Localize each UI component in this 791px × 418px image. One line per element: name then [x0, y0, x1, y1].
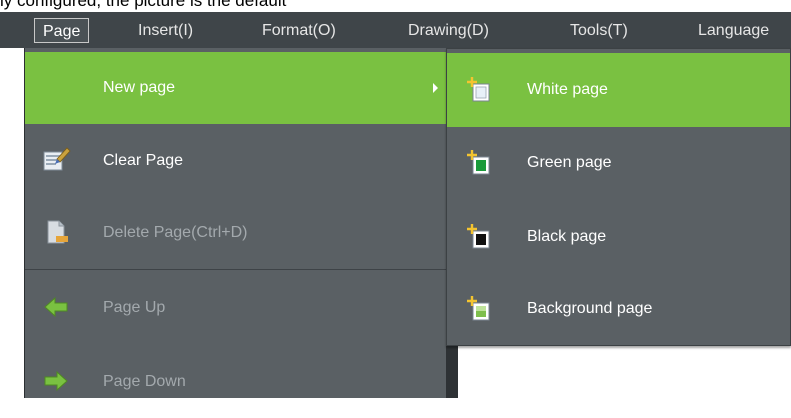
- menu-page[interactable]: Page: [34, 18, 90, 43]
- black-page-label: Black page: [527, 228, 607, 245]
- menu-insert[interactable]: Insert(I): [130, 18, 201, 43]
- submenu-arrow-icon: [433, 83, 438, 93]
- menu-bar: Page Insert(I) Format(O) Drawing(D) Tool…: [0, 12, 791, 48]
- delete-page-icon: [47, 220, 68, 244]
- menu-item-page-up[interactable]: Page Up: [25, 272, 446, 344]
- menu-item-delete-page[interactable]: Delete Page(Ctrl+D): [25, 197, 446, 269]
- menu-item-clear-page[interactable]: Clear Page: [25, 125, 446, 197]
- new-black-page-icon: [467, 224, 490, 249]
- page-up-label: Page Up: [103, 299, 166, 316]
- menu-format[interactable]: Format(O): [254, 18, 344, 43]
- green-page-label: Green page: [527, 154, 612, 171]
- submenu-item-green-page[interactable]: Green page: [447, 126, 790, 200]
- background-page-label: Background page: [527, 300, 653, 317]
- submenu-item-black-page[interactable]: Black page: [447, 200, 790, 274]
- new-white-page-icon: [467, 77, 490, 102]
- new-page-label: New page: [103, 79, 176, 96]
- menu-drawing[interactable]: Drawing(D): [400, 18, 497, 43]
- delete-page-label: Delete Page(Ctrl+D): [103, 224, 248, 241]
- menu-tools[interactable]: Tools(T): [562, 18, 636, 43]
- arrow-left-icon: [44, 296, 68, 318]
- page-top-text: ly configured, the picture is the defaul…: [0, 0, 287, 10]
- new-background-page-icon: [467, 296, 490, 321]
- menu-item-new-page[interactable]: New page: [25, 52, 446, 124]
- white-page-label: White page: [527, 81, 608, 98]
- menu-item-page-down[interactable]: Page Down: [25, 346, 446, 418]
- clear-page-label: Clear Page: [103, 152, 184, 169]
- page-menu-dropdown: New page Clear Page Delete Page(Ctrl+D) …: [24, 48, 446, 398]
- menu-language[interactable]: Language: [690, 18, 777, 43]
- new-page-submenu: White page Green page Black page Backgro…: [446, 48, 791, 346]
- new-green-page-icon: [467, 150, 490, 175]
- submenu-item-white-page[interactable]: White page: [447, 53, 790, 127]
- eraser-icon: [43, 147, 71, 171]
- menu-separator: [25, 269, 446, 270]
- arrow-right-icon: [44, 370, 68, 392]
- page-top-strip: ly configured, the picture is the defaul…: [0, 0, 791, 12]
- submenu-item-background-page[interactable]: Background page: [447, 272, 790, 346]
- canvas-edge: [446, 346, 458, 398]
- page-down-label: Page Down: [103, 373, 186, 390]
